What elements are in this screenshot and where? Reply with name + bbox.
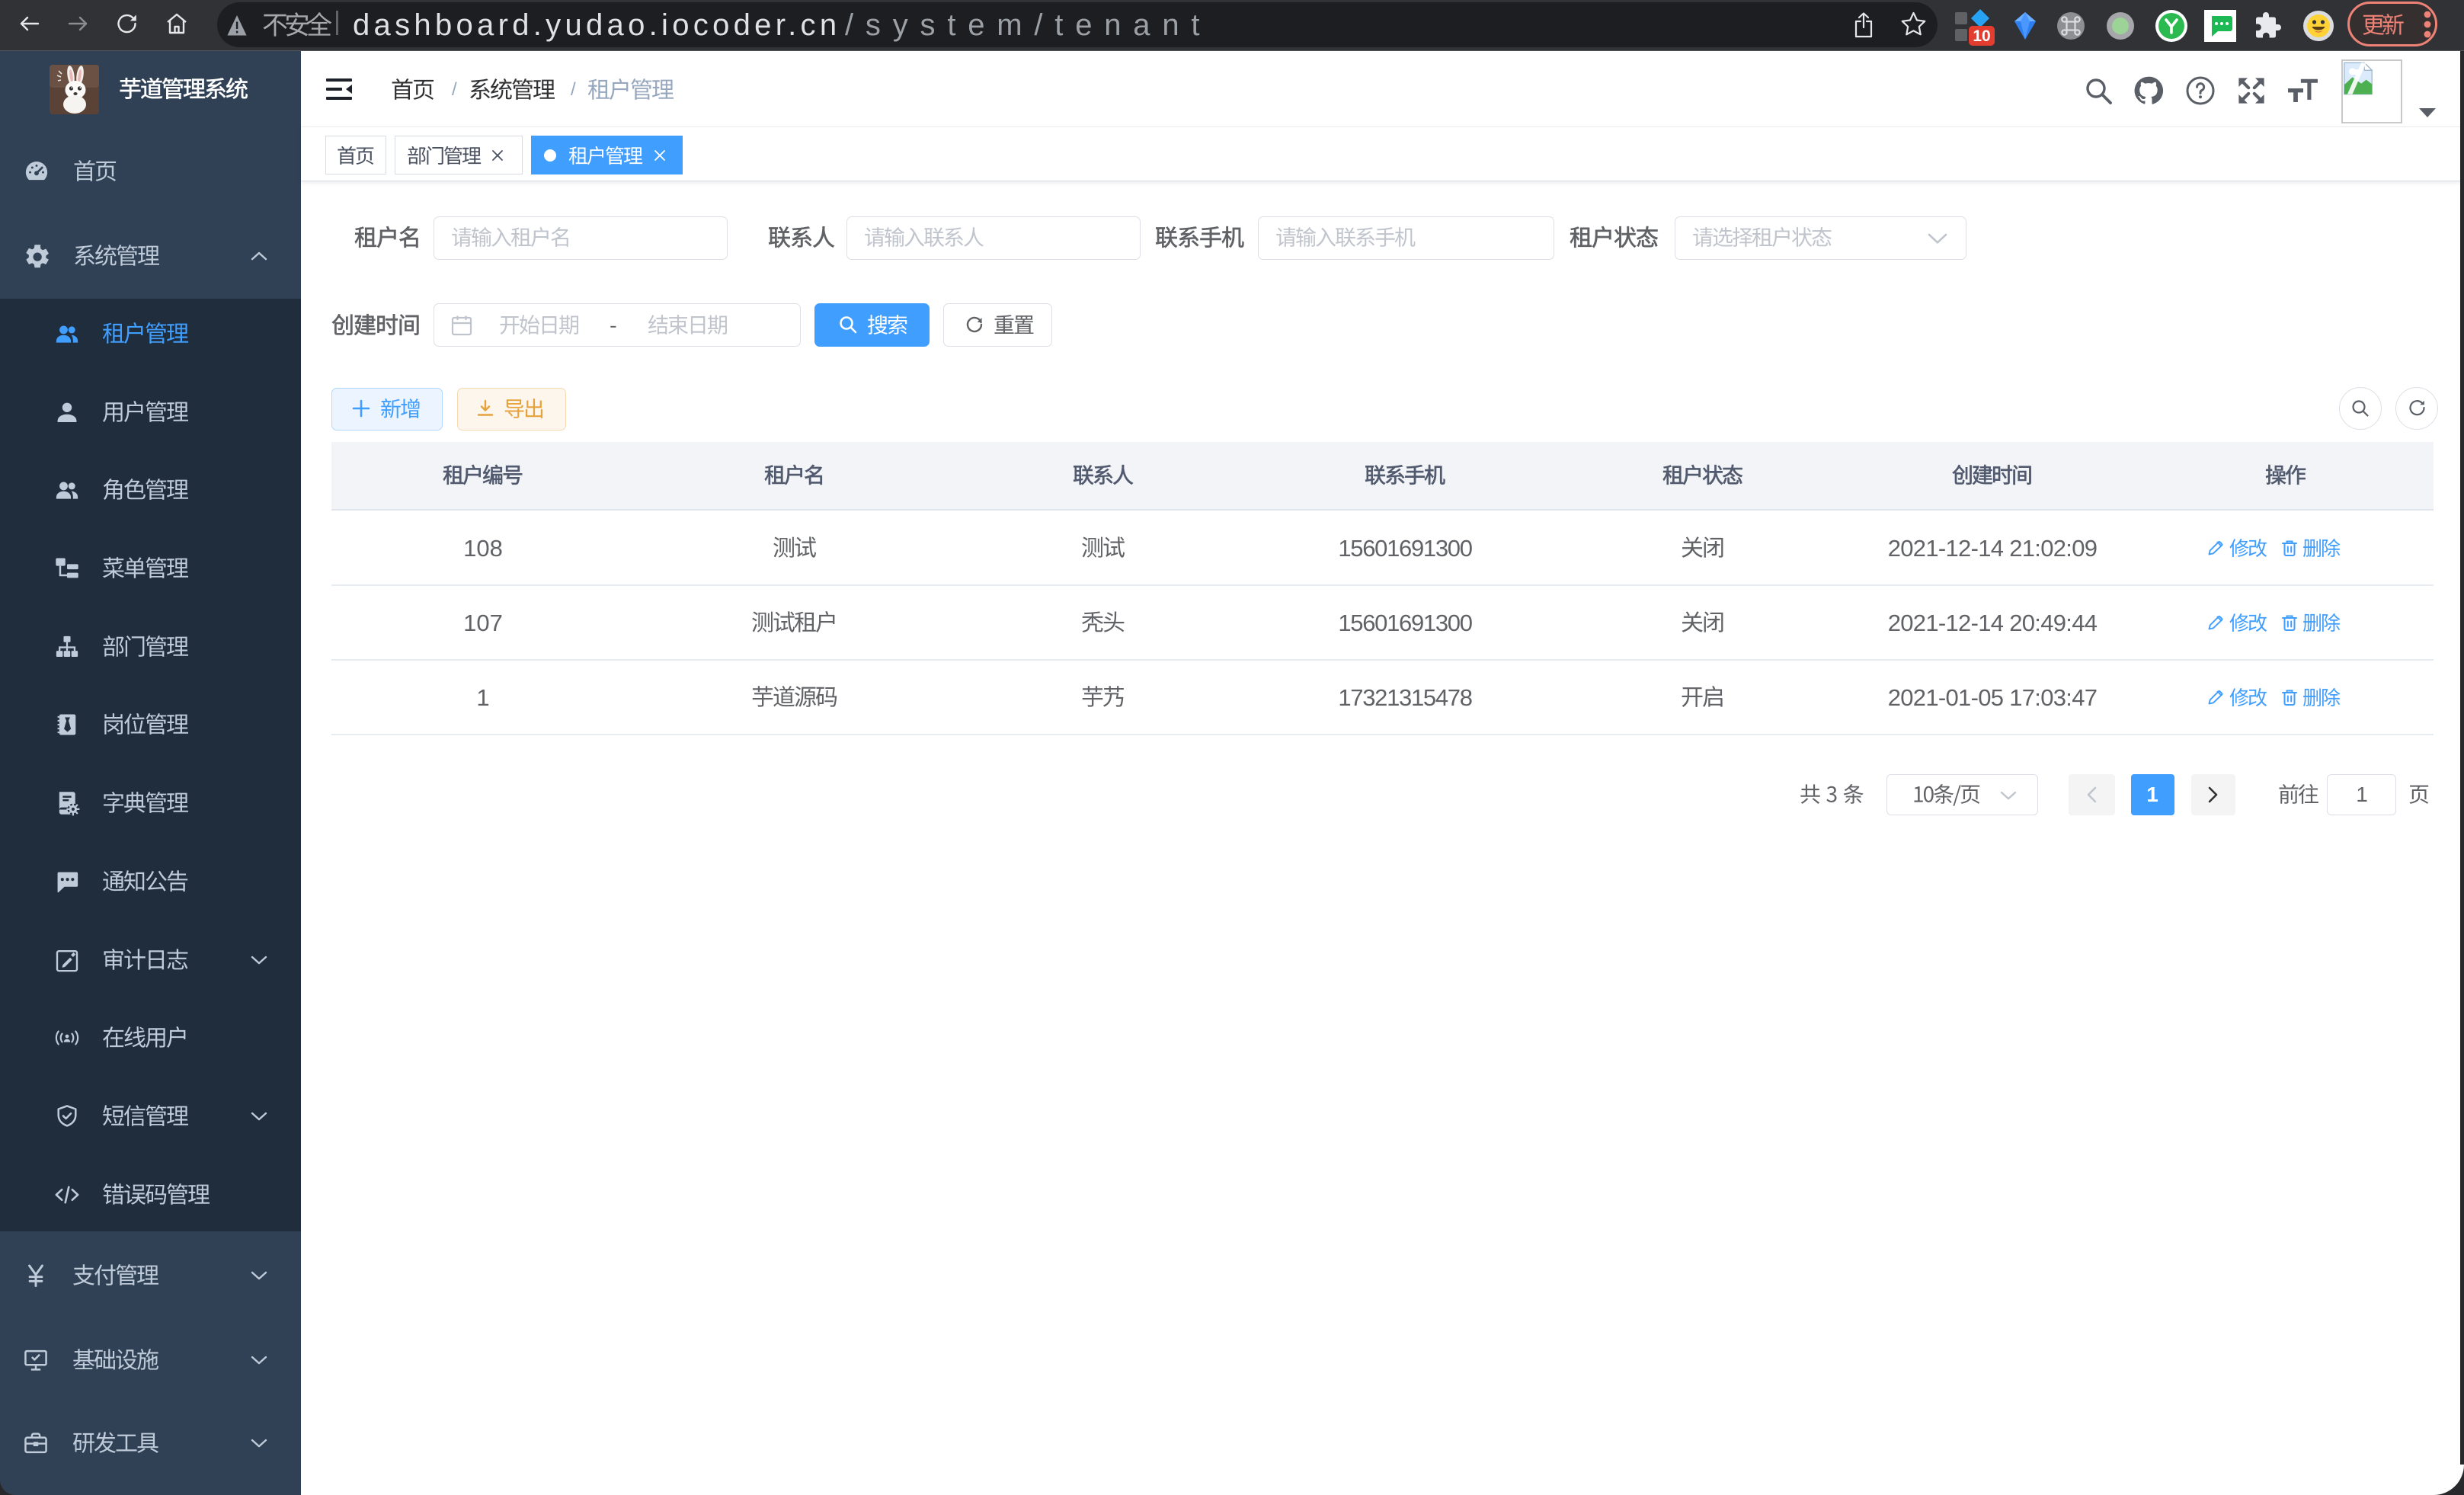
svg-text:10: 10 (1973, 27, 1990, 45)
